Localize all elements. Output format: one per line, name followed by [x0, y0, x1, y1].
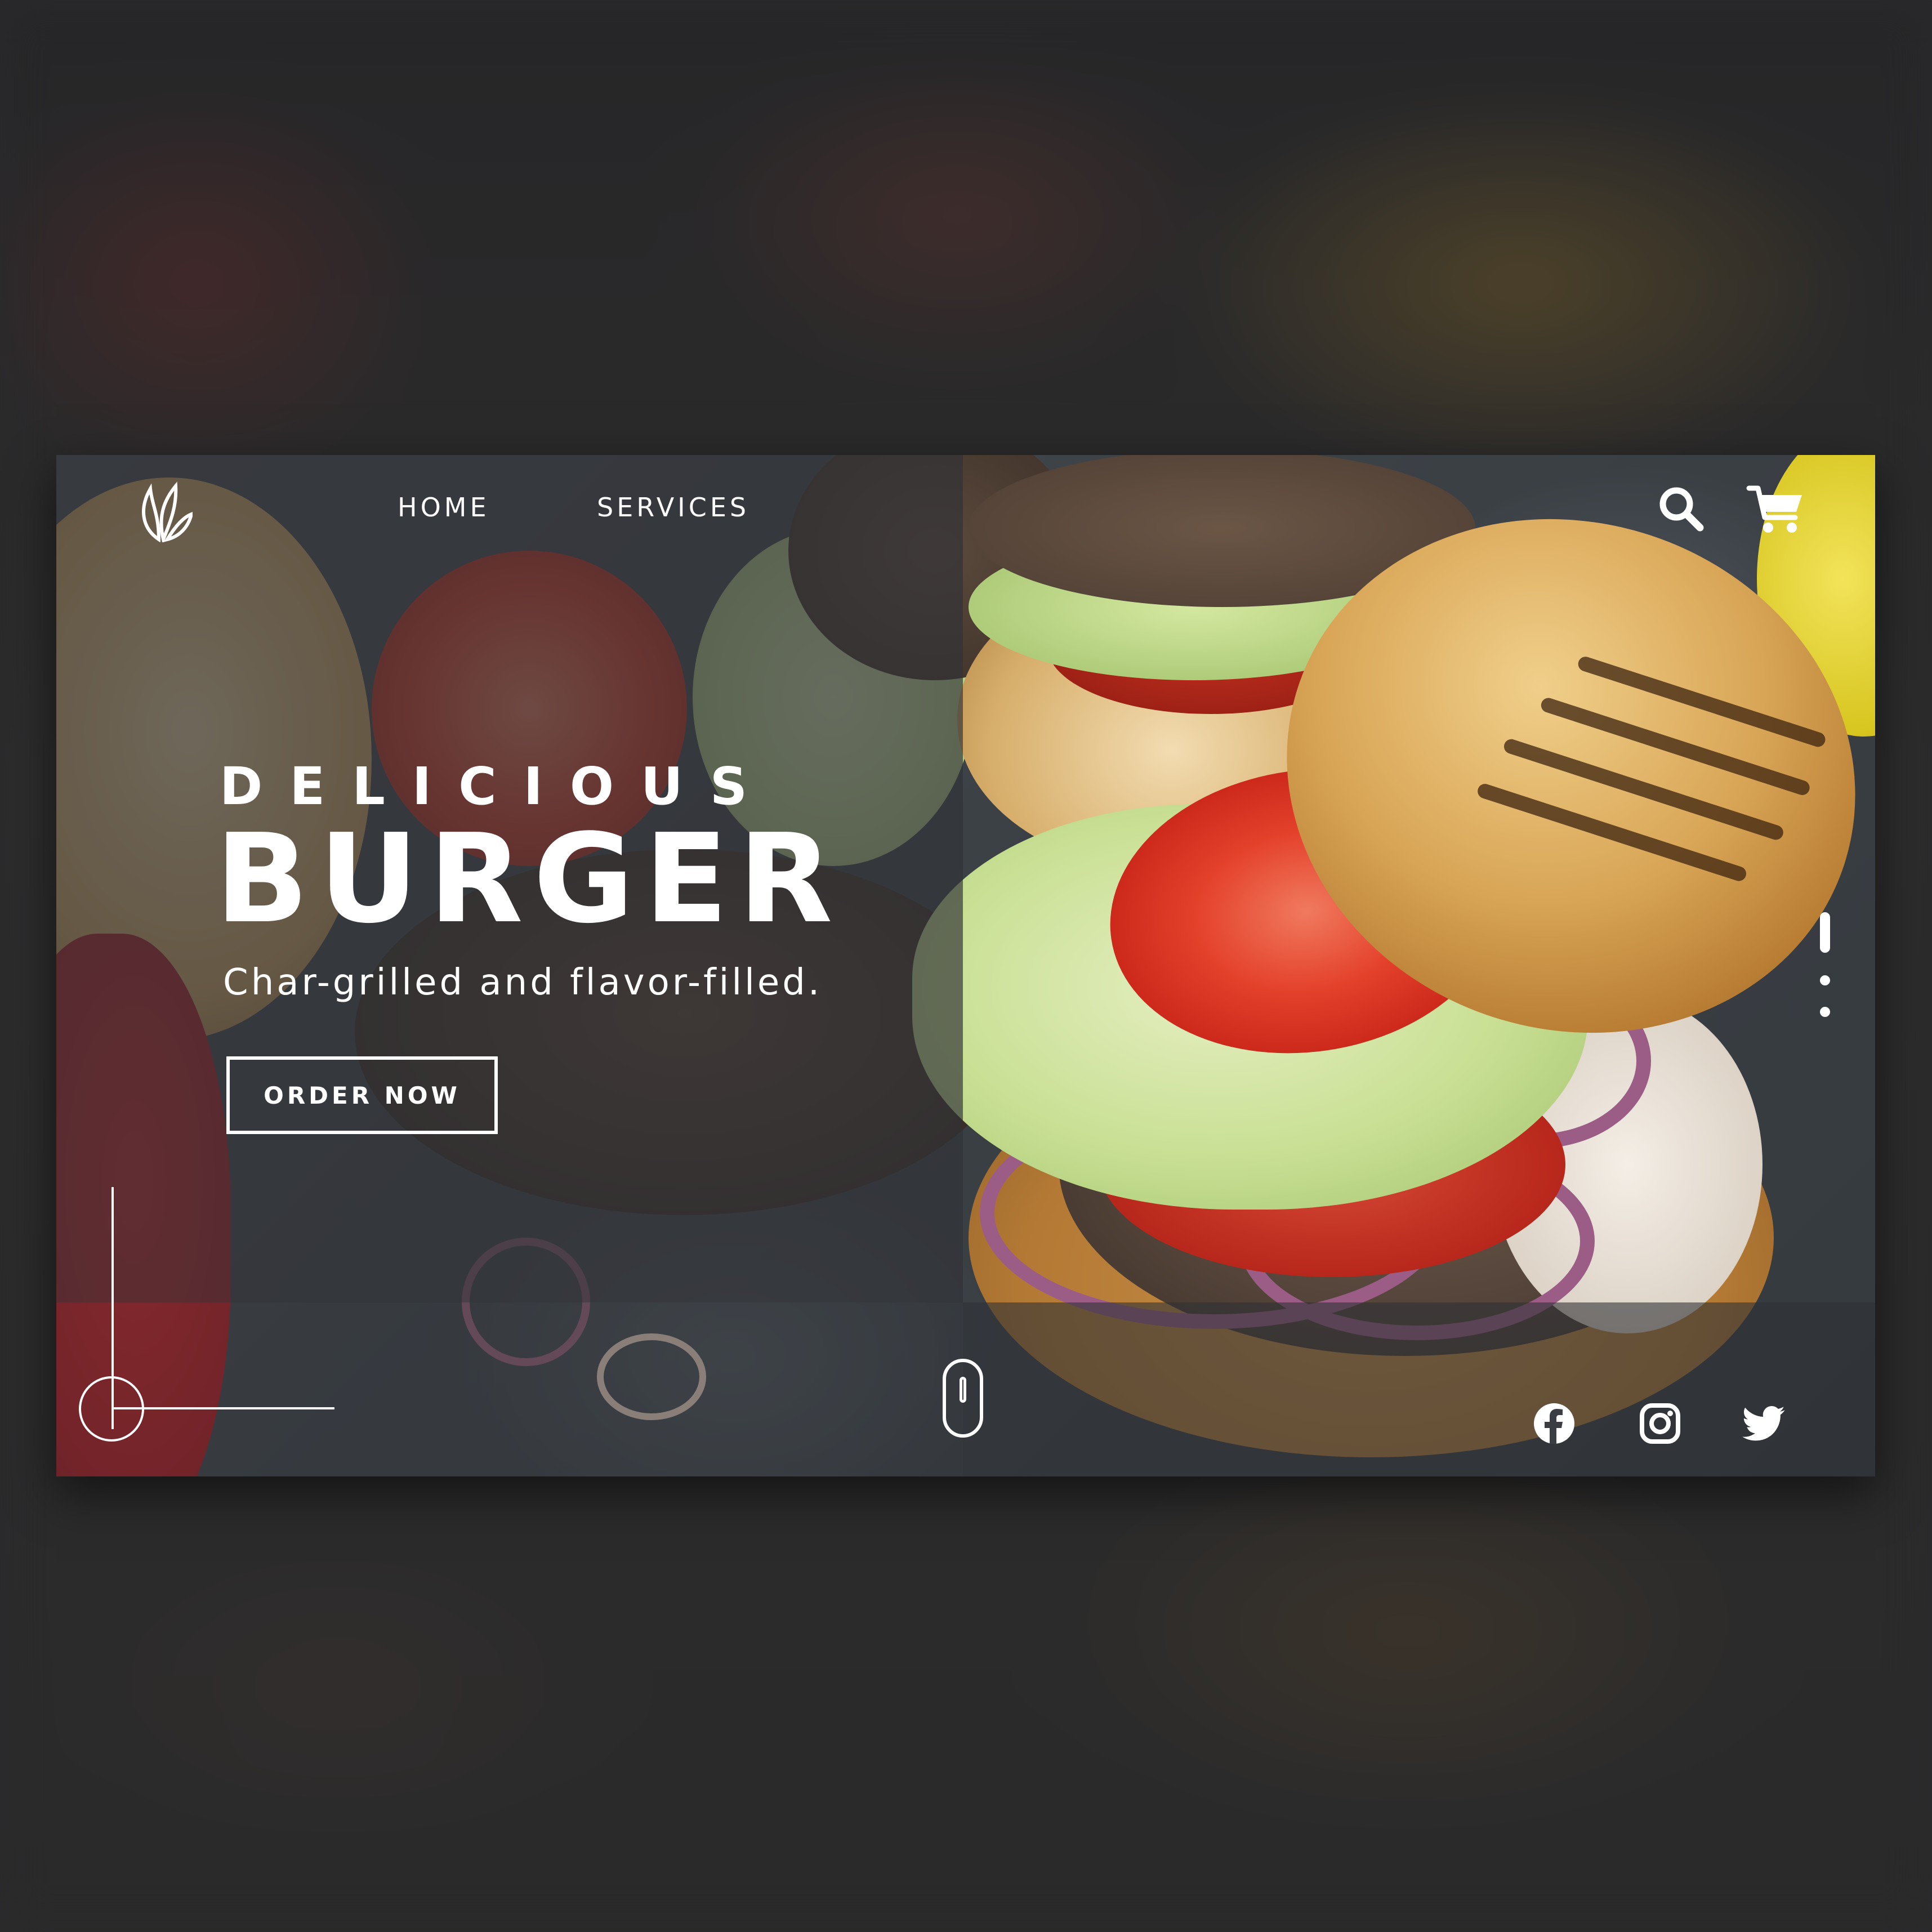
cart-icon — [1746, 485, 1802, 533]
pager-dot[interactable] — [1820, 975, 1830, 985]
search-button[interactable] — [1653, 480, 1709, 537]
hero-eyebrow: DELICIOUS — [220, 756, 774, 816]
mouse-wheel-icon — [960, 1377, 966, 1403]
leaf-flame-icon — [142, 481, 194, 546]
scroll-down-indicator[interactable] — [943, 1359, 983, 1438]
hero-headline: BURGER — [215, 808, 843, 951]
hero-tagline: Char-grilled and flavor-filled. — [223, 962, 823, 1003]
slide-pager — [1814, 912, 1837, 1025]
nav-home[interactable]: HOME — [398, 492, 490, 523]
bottom-right-overlay — [963, 1302, 1875, 1476]
decorative-horizontal-line — [111, 1407, 334, 1409]
nav-services[interactable]: SERVICES — [597, 492, 749, 523]
landing-page-hero: HOME SERVICES DELICIOUS BURGER Char-gril… — [56, 455, 1875, 1476]
instagram-icon — [1640, 1403, 1680, 1444]
pager-dot[interactable] — [1820, 1007, 1830, 1017]
facebook-link[interactable] — [1532, 1401, 1577, 1446]
facebook-icon — [1534, 1403, 1574, 1444]
decorative-circle — [79, 1376, 144, 1442]
cart-button[interactable] — [1746, 480, 1808, 537]
twitter-link[interactable] — [1742, 1401, 1787, 1446]
brand-logo[interactable] — [136, 480, 194, 546]
twitter-icon — [1742, 1406, 1785, 1441]
instagram-link[interactable] — [1637, 1401, 1683, 1446]
order-now-button[interactable]: ORDER NOW — [226, 1056, 498, 1134]
pager-dot-active[interactable] — [1820, 912, 1830, 953]
search-icon — [1659, 487, 1704, 532]
